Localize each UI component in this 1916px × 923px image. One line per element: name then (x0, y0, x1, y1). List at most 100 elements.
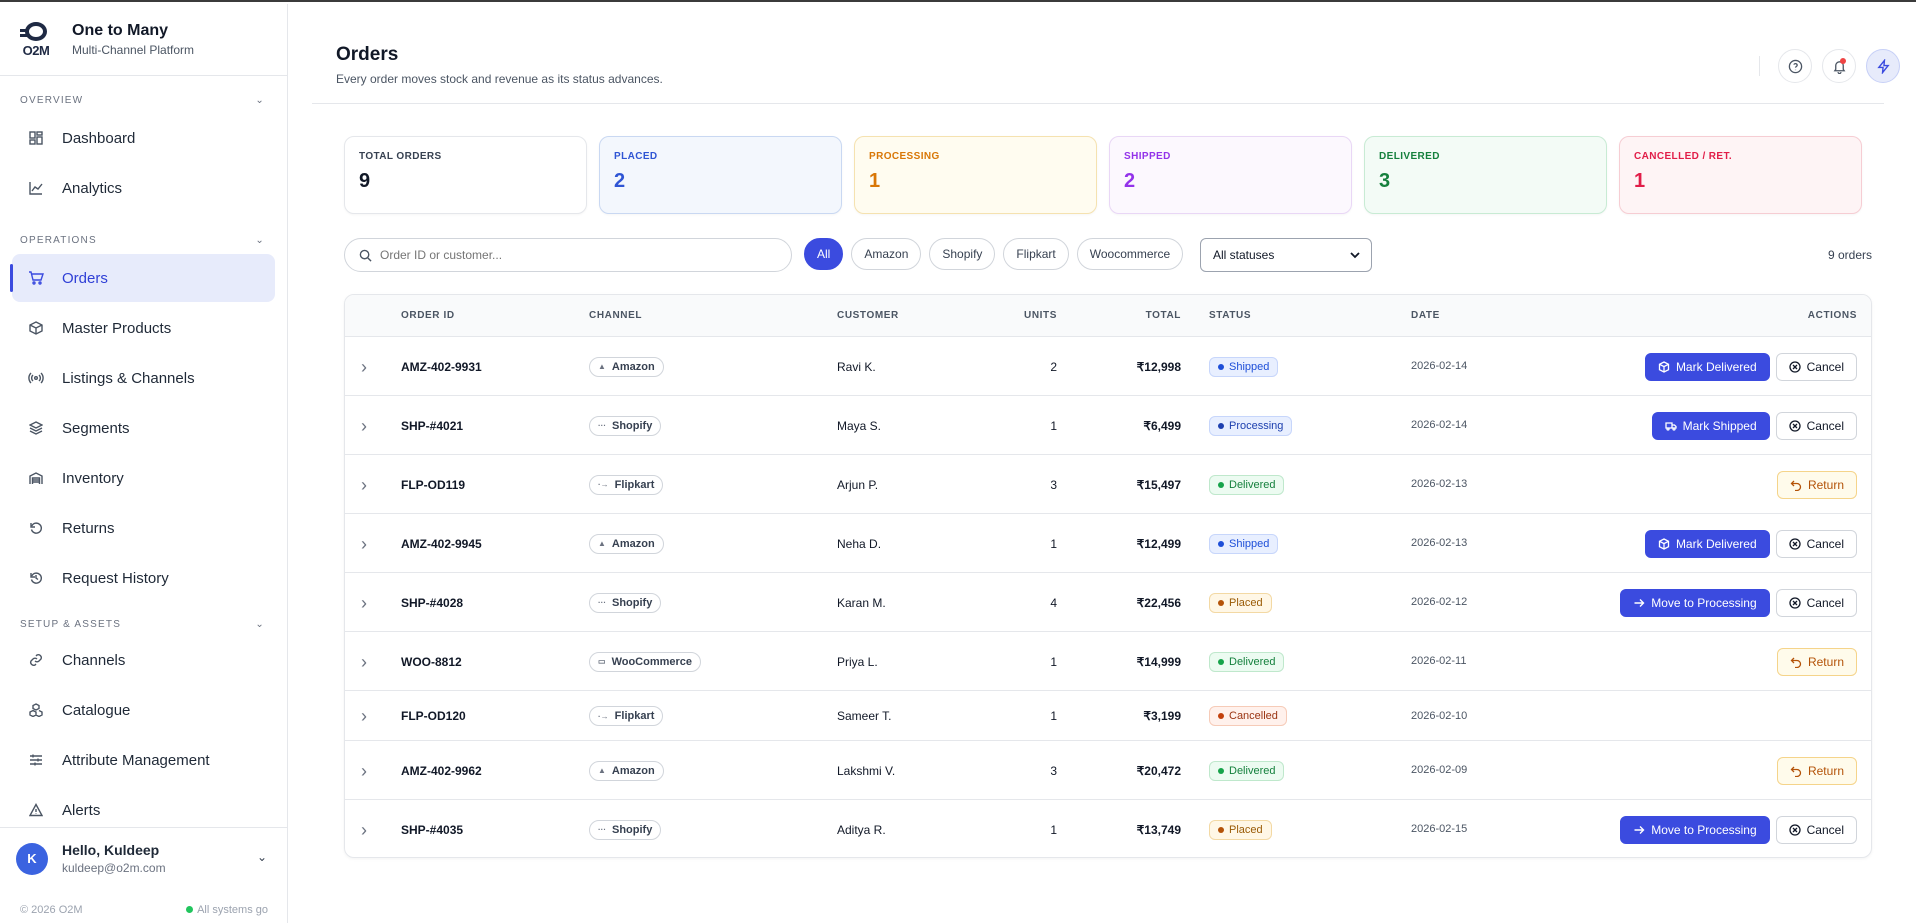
sidebar-item-request-history[interactable]: Request History (12, 554, 275, 602)
filter-chip-shopify[interactable]: Shopify (929, 238, 996, 270)
warehouse-icon (28, 470, 44, 486)
order-id[interactable]: FLP-OD119 (401, 478, 465, 492)
undo-icon (1790, 479, 1802, 491)
channel-name: Amazon (611, 360, 655, 373)
sidebar-item-listings[interactable]: Listings & Channels (12, 354, 275, 402)
sidebar-item-inventory[interactable]: Inventory (12, 454, 275, 502)
expand-row-chevron-icon[interactable]: › (361, 652, 367, 673)
table-row[interactable]: › AMZ-402-9962 ▲ Amazon Lakshmi V. 3 ₹20,472 De… (345, 741, 1871, 800)
column-header-customer[interactable]: CUSTOMER (837, 310, 899, 321)
table-row[interactable]: › AMZ-402-9931 ▲ Amazon Ravi K. 2 ₹12,998 Shipp… (345, 337, 1871, 396)
o2m-logo-icon: O2M (20, 21, 52, 58)
sidebar-item-analytics[interactable]: Analytics (12, 164, 275, 212)
order-id[interactable]: WOO-8812 (401, 655, 462, 669)
cancel-button[interactable]: Cancel (1775, 815, 1857, 844)
notifications-button[interactable] (1822, 49, 1856, 83)
sidebar-item-orders[interactable]: Orders (10, 254, 275, 302)
sidebar-item-channels[interactable]: Channels (12, 636, 275, 684)
layers-icon (28, 420, 44, 436)
column-header-order-id[interactable]: ORDER ID (401, 310, 455, 321)
expand-row-chevron-icon[interactable]: › (361, 820, 367, 841)
table-row[interactable]: › FLP-OD119 ·→ Flipkart Arjun P. 3 ₹15,497 Deli… (345, 455, 1871, 514)
quick-actions-button[interactable] (1866, 49, 1900, 83)
table-row[interactable]: › WOO-8812 ▭ WooCommerce Priya L. 1 ₹14,999 Del… (345, 632, 1871, 691)
mark-delivered-button[interactable]: Mark Delivered (1644, 352, 1770, 381)
filter-chip-flipkart[interactable]: Flipkart (1003, 238, 1069, 270)
return-button[interactable]: Return (1776, 756, 1857, 785)
line-chart-icon (28, 180, 44, 196)
button-label: Cancel (1806, 822, 1844, 837)
order-id[interactable]: AMZ-402-9945 (401, 537, 482, 551)
order-id[interactable]: SHP-#4028 (401, 596, 463, 610)
search-box[interactable] (344, 238, 792, 272)
order-id[interactable]: SHP-#4021 (401, 419, 463, 433)
cancel-button[interactable]: Cancel (1775, 588, 1857, 617)
sidebar-item-returns[interactable]: Returns (12, 504, 275, 552)
cancel-button[interactable]: Cancel (1775, 352, 1857, 381)
cancel-button[interactable]: Cancel (1775, 529, 1857, 558)
return-button[interactable]: Return (1776, 647, 1857, 676)
user-menu[interactable]: K Hello, Kuldeep kuldeep@o2m.com ⌄ (0, 827, 287, 889)
mark-delivered-button[interactable]: Mark Delivered (1644, 529, 1770, 558)
stat-value: 1 (869, 170, 881, 192)
table-row[interactable]: › SHP-#4021 ··· Shopify Maya S. 1 ₹6,499 Proces… (345, 396, 1871, 455)
return-button[interactable]: Return (1776, 470, 1857, 499)
sidebar-item-master-products[interactable]: Master Products (12, 304, 275, 352)
status-dot (1218, 767, 1224, 774)
order-id[interactable]: SHP-#4035 (401, 823, 463, 837)
woocommerce-icon: ▭ (598, 657, 606, 666)
move-to-processing-button[interactable]: Move to Processing (1620, 815, 1770, 844)
order-id[interactable]: AMZ-402-9931 (401, 360, 482, 374)
status-label: Shipped (1229, 537, 1270, 550)
column-header-total[interactable]: TOTAL (1085, 310, 1181, 321)
status-dot (1218, 422, 1224, 429)
sidebar-item-catalogue[interactable]: Catalogue (12, 686, 275, 734)
status-badge: Placed (1209, 592, 1272, 613)
chevron-down-icon[interactable]: ⌄ (257, 850, 267, 864)
sidebar-item-dashboard[interactable]: Dashboard (12, 114, 275, 162)
column-header-date[interactable]: DATE (1411, 310, 1440, 321)
expand-row-chevron-icon[interactable]: › (361, 593, 367, 614)
sidebar-item-label: Request History (62, 569, 169, 587)
search-input[interactable] (380, 248, 760, 262)
expand-row-chevron-icon[interactable]: › (361, 357, 367, 378)
section-setup[interactable]: SETUP & ASSETS ⌄ (0, 614, 287, 634)
section-overview[interactable]: OVERVIEW ⌄ (0, 90, 287, 110)
help-button[interactable] (1778, 49, 1812, 83)
cancel-button[interactable]: Cancel (1775, 411, 1857, 440)
notification-dot (1840, 58, 1846, 64)
amazon-icon: ▲ (598, 766, 606, 775)
column-header-channel[interactable]: CHANNEL (589, 310, 642, 321)
status-select[interactable]: All statuses (1200, 238, 1372, 272)
button-label: Cancel (1806, 418, 1844, 433)
expand-row-chevron-icon[interactable]: › (361, 761, 367, 782)
mark-shipped-button[interactable]: Mark Shipped (1651, 411, 1770, 440)
table-row[interactable]: › SHP-#4028 ··· Shopify Karan M. 4 ₹22,456 Plac… (345, 573, 1871, 632)
filter-chip-amazon[interactable]: Amazon (851, 238, 922, 270)
sidebar-item-attribute-management[interactable]: Attribute Management (12, 736, 275, 784)
row-actions: Move to Processing Cancel (1620, 815, 1857, 844)
expand-row-chevron-icon[interactable]: › (361, 416, 367, 437)
expand-row-chevron-icon[interactable]: › (361, 706, 367, 727)
user-greeting: Hello, Kuldeep (62, 842, 160, 858)
filter-chip-woocommerce[interactable]: Woocommerce (1076, 238, 1184, 270)
move-to-processing-button[interactable]: Move to Processing (1620, 588, 1770, 617)
table-row[interactable]: › SHP-#4035 ··· Shopify Aditya R. 1 ₹13,749 Pla… (345, 800, 1871, 857)
flipkart-icon: ·→ (598, 480, 609, 489)
total-value: ₹22,456 (1136, 595, 1181, 610)
filter-chip-all[interactable]: All (804, 238, 844, 270)
column-header-status[interactable]: STATUS (1209, 310, 1251, 321)
table-row[interactable]: › FLP-OD120 ·→ Flipkart Sameer T. 1 ₹3,199 Canc… (345, 691, 1871, 741)
table-row[interactable]: › AMZ-402-9945 ▲ Amazon Neha D. 1 ₹12,499 Shipp… (345, 514, 1871, 573)
sidebar-item-segments[interactable]: Segments (12, 404, 275, 452)
column-header-units[interactable]: UNITS (985, 310, 1057, 321)
expand-row-chevron-icon[interactable]: › (361, 475, 367, 496)
order-date: 2026-02-14 (1411, 360, 1468, 372)
order-id[interactable]: FLP-OD120 (401, 709, 466, 723)
units-value: 1 (1050, 654, 1057, 669)
section-operations[interactable]: OPERATIONS ⌄ (0, 230, 287, 250)
expand-row-chevron-icon[interactable]: › (361, 534, 367, 555)
order-date: 2026-02-10 (1411, 709, 1468, 722)
order-date: 2026-02-14 (1411, 419, 1468, 431)
order-id[interactable]: AMZ-402-9962 (401, 764, 482, 778)
